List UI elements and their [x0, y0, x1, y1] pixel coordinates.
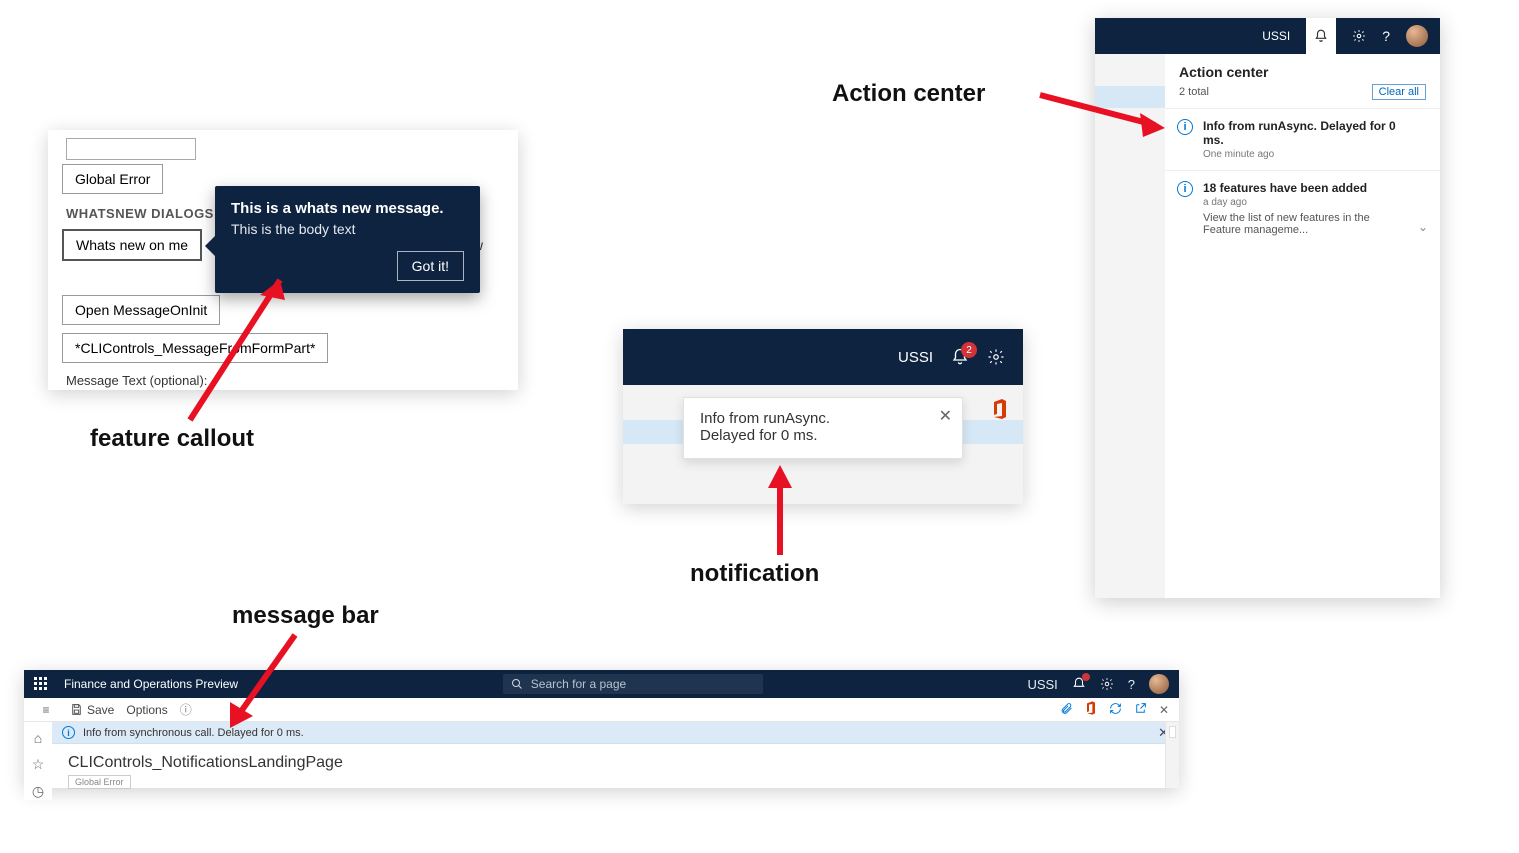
item-subtitle: a day ago	[1203, 197, 1410, 208]
page-title: CLIControls_NotificationsLandingPage	[68, 754, 1163, 772]
org-label: USSI	[1027, 677, 1057, 692]
clear-all-button[interactable]: Clear all	[1372, 84, 1426, 100]
textbox-ghost[interactable]	[66, 138, 196, 160]
org-label: USSI	[1262, 29, 1290, 43]
item-subtitle: One minute ago	[1203, 149, 1410, 160]
help-icon[interactable]: ?	[1128, 677, 1135, 692]
scrollbar[interactable]	[1165, 722, 1179, 788]
bell-badge: 2	[961, 342, 977, 358]
bell-icon[interactable]	[1306, 18, 1336, 54]
annot-action-center: Action center	[832, 80, 985, 108]
bell-icon[interactable]: 2	[951, 348, 969, 366]
info-toolbar-icon[interactable]: ⓘ	[180, 701, 192, 718]
page-body: CLIControls_NotificationsLandingPage Glo…	[52, 744, 1179, 800]
save-label: Save	[87, 703, 114, 717]
action-toolbar: ≡ Save Options ⓘ ✕	[24, 698, 1179, 722]
item-title: 18 features have been added	[1203, 181, 1410, 195]
whats-new-button[interactable]: Whats new on me	[62, 229, 202, 261]
topbar: USSI ?	[1095, 18, 1440, 54]
search-box[interactable]	[503, 674, 763, 694]
info-icon: i	[62, 726, 75, 739]
action-center-item[interactable]: i Info from runAsync. Delayed for 0 ms. …	[1165, 108, 1440, 170]
gear-icon[interactable]	[1100, 677, 1114, 691]
chevron-down-icon[interactable]: ⌄	[1418, 220, 1428, 234]
options-button[interactable]: Options	[126, 703, 167, 717]
bell-badge	[1082, 673, 1090, 681]
callout-title: This is a whats new message.	[231, 200, 464, 217]
topbar: Finance and Operations Preview USSI ?	[24, 670, 1179, 698]
org-label: USSI	[898, 349, 933, 366]
message-bar: i Info from synchronous call. Delayed fo…	[52, 722, 1179, 744]
annot-notification: notification	[690, 560, 819, 588]
search-icon	[511, 678, 523, 690]
item-description: View the list of new features in the Fea…	[1203, 212, 1410, 236]
close-icon[interactable]: ✕	[939, 406, 952, 426]
home-icon[interactable]: ⌂	[34, 730, 42, 746]
info-icon: i	[1177, 181, 1193, 197]
help-icon[interactable]: ?	[1382, 28, 1390, 44]
star-icon[interactable]: ☆	[32, 756, 45, 773]
annot-message-bar: message bar	[232, 602, 379, 630]
action-center-item[interactable]: i 18 features have been added a day ago …	[1165, 170, 1440, 246]
notification-toast: ✕ Info from runAsync. Delayed for 0 ms.	[683, 397, 963, 459]
total-count: 2 total	[1179, 86, 1209, 98]
gear-icon[interactable]	[987, 348, 1005, 366]
arrow-icon	[170, 260, 310, 430]
message-bar-panel: Finance and Operations Preview USSI ? ≡ …	[24, 670, 1179, 788]
save-icon	[70, 703, 83, 716]
save-button[interactable]: Save	[70, 703, 114, 717]
gear-icon[interactable]	[1352, 29, 1366, 43]
close-icon[interactable]: ✕	[1159, 703, 1169, 717]
arrow-icon	[225, 630, 325, 730]
toast-line1: Info from runAsync.	[700, 410, 926, 427]
notification-panel: USSI 2 ✕ Info from runAsync. Delayed for…	[623, 329, 1023, 504]
app-title: Finance and Operations Preview	[64, 677, 238, 691]
hamburger-icon[interactable]: ≡	[34, 703, 58, 717]
avatar[interactable]	[1406, 25, 1428, 47]
action-center-title: Action center	[1165, 54, 1440, 84]
left-nav-rail: ⌂ ☆ ◷	[24, 722, 52, 800]
waffle-icon[interactable]	[34, 677, 48, 691]
toast-line2: Delayed for 0 ms.	[700, 427, 926, 444]
gotit-button[interactable]: Got it!	[397, 251, 464, 281]
action-center-body: Action center 2 total Clear all i Info f…	[1165, 54, 1440, 598]
info-icon: i	[1177, 119, 1193, 135]
attach-icon[interactable]	[1060, 702, 1073, 718]
arrow-icon	[1035, 85, 1175, 145]
search-input[interactable]	[529, 676, 749, 692]
callout-body: This is the body text	[231, 221, 464, 237]
ghost-button[interactable]: Global Error	[68, 775, 131, 789]
arrow-icon	[760, 460, 820, 560]
item-title: Info from runAsync. Delayed for 0 ms.	[1203, 119, 1410, 147]
avatar[interactable]	[1149, 674, 1169, 694]
topbar: USSI 2	[623, 329, 1023, 385]
refresh-icon[interactable]	[1109, 702, 1122, 718]
global-error-button[interactable]: Global Error	[62, 164, 163, 194]
popout-icon[interactable]	[1134, 702, 1147, 718]
office-icon[interactable]	[1085, 701, 1097, 718]
bell-icon[interactable]	[1072, 677, 1086, 691]
office-icon[interactable]	[991, 399, 1009, 425]
recent-icon[interactable]: ◷	[32, 783, 44, 800]
